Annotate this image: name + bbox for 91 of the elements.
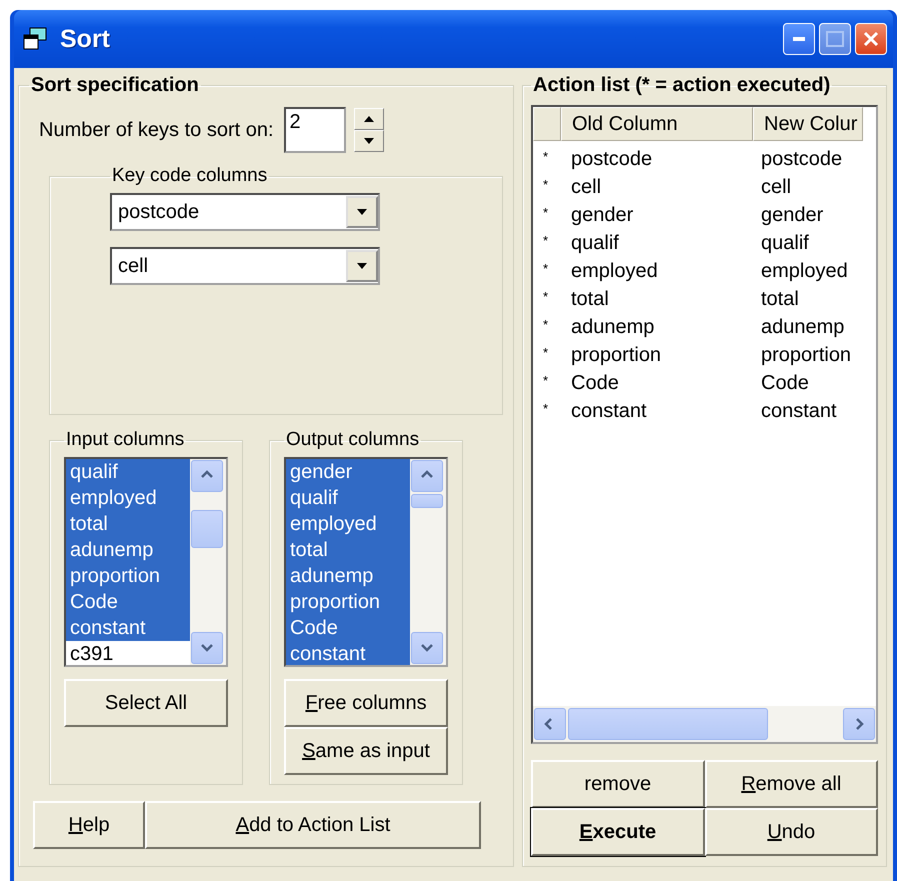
list-item[interactable]: adunemp bbox=[286, 563, 410, 589]
button[interactable]: Undo bbox=[704, 808, 878, 856]
list-item[interactable]: qualif bbox=[286, 485, 410, 511]
scroll-left-button[interactable] bbox=[534, 708, 566, 740]
down-triangle-icon bbox=[362, 137, 375, 145]
list-box[interactable]: gender qualif employed total adunemp proportion Code constant bbox=[284, 457, 448, 667]
list-item[interactable]: constant bbox=[66, 615, 190, 641]
dropdown[interactable]: cell bbox=[110, 247, 380, 285]
table-cell-text: total bbox=[761, 288, 800, 310]
group-title: Sort specification bbox=[30, 74, 200, 97]
list-box[interactable]: qualif employed total adunemp proportion Code constant c391 bbox=[64, 457, 228, 667]
table-cell-text: gender bbox=[570, 204, 634, 226]
scroll-right-button[interactable] bbox=[843, 708, 875, 740]
up-triangle-icon bbox=[362, 115, 375, 123]
table-cell-text: * bbox=[542, 232, 550, 248]
close-icon bbox=[862, 30, 880, 48]
table-cell-text: employed bbox=[761, 260, 849, 282]
table-cell-text: * bbox=[542, 260, 550, 276]
group-title: Input columns bbox=[65, 429, 186, 451]
dropdown-button[interactable] bbox=[346, 196, 378, 228]
button[interactable]: Same as input bbox=[284, 727, 448, 775]
button[interactable]: remove bbox=[531, 760, 704, 808]
table-cell-text: adunemp bbox=[570, 316, 656, 338]
list-item[interactable]: employed bbox=[286, 511, 410, 537]
scroll-down-button[interactable] bbox=[411, 632, 443, 664]
spin-down-button[interactable] bbox=[354, 130, 384, 152]
spin-up-button[interactable] bbox=[354, 108, 384, 130]
scroll-down-button[interactable] bbox=[191, 632, 223, 664]
table-cell-text: * bbox=[542, 372, 550, 388]
scroll-thumb[interactable] bbox=[411, 494, 443, 508]
list-item[interactable]: adunemp bbox=[66, 537, 190, 563]
list-item[interactable]: Code bbox=[286, 615, 410, 641]
table-cell-text: * bbox=[542, 204, 550, 220]
scroll-thumb[interactable] bbox=[568, 708, 768, 740]
column-header[interactable]: New Colur bbox=[753, 107, 863, 141]
table-cell-text: total bbox=[570, 288, 610, 310]
group-title: Output columns bbox=[285, 429, 420, 451]
scroll-up-button[interactable] bbox=[411, 460, 443, 492]
table-cell-text: Code bbox=[570, 372, 620, 394]
table-cell-text: Code bbox=[761, 372, 810, 394]
dropdown[interactable]: postcode bbox=[110, 193, 380, 231]
list-item[interactable]: constant bbox=[286, 641, 410, 665]
table-cell-text: proportion bbox=[570, 344, 662, 366]
table-cell-text: adunemp bbox=[761, 316, 846, 338]
close-button[interactable] bbox=[855, 23, 887, 55]
table-cell-text: * bbox=[542, 316, 550, 332]
button[interactable]: Remove all bbox=[704, 760, 878, 808]
table-cell-text: * bbox=[542, 176, 550, 192]
down-triangle-icon bbox=[356, 208, 368, 216]
table-cell-text: qualif bbox=[761, 232, 810, 254]
list-item[interactable]: gender bbox=[286, 459, 410, 485]
column-header[interactable]: Old Column bbox=[561, 107, 753, 141]
down-triangle-icon bbox=[356, 262, 368, 270]
list-item[interactable]: proportion bbox=[66, 563, 190, 589]
list-item[interactable]: total bbox=[66, 511, 190, 537]
maximize-button[interactable] bbox=[819, 23, 851, 55]
group-title: Key code columns bbox=[111, 165, 268, 187]
list-item[interactable]: employed bbox=[66, 485, 190, 511]
table-cell-text: postcode bbox=[570, 148, 654, 170]
button[interactable]: Select All bbox=[64, 679, 228, 727]
table-cell-text: qualif bbox=[570, 232, 620, 254]
list-item[interactable]: total bbox=[286, 537, 410, 563]
table-cell-text: * bbox=[542, 148, 550, 164]
list-item[interactable]: Code bbox=[66, 589, 190, 615]
button[interactable]: Help bbox=[33, 801, 145, 849]
list-item[interactable]: qualif bbox=[66, 459, 190, 485]
button[interactable]: Add to Action List bbox=[145, 801, 481, 849]
table-cell-text: proportion bbox=[761, 344, 852, 366]
table-cell-text: gender bbox=[761, 204, 824, 226]
scroll-thumb[interactable] bbox=[191, 510, 223, 548]
minimize-button[interactable] bbox=[783, 23, 815, 55]
window-title: Sort bbox=[60, 24, 111, 54]
table-cell-text: * bbox=[542, 344, 550, 360]
table-cell-text: employed bbox=[570, 260, 659, 282]
scroll-up-button[interactable] bbox=[191, 460, 223, 492]
table-cell-text: cell bbox=[570, 176, 602, 198]
keys-label: Number of keys to sort on: bbox=[39, 118, 274, 142]
group-title: Action list (* = action executed) bbox=[532, 74, 832, 97]
button[interactable]: Execute bbox=[531, 808, 704, 856]
table-cell-text: * bbox=[542, 400, 550, 416]
list-item[interactable]: proportion bbox=[286, 589, 410, 615]
keys-spin-field[interactable]: 2 bbox=[284, 107, 346, 153]
dropdown-button[interactable] bbox=[346, 250, 378, 282]
table-cell-text: constant bbox=[570, 400, 648, 422]
table-cell-text: * bbox=[542, 288, 550, 304]
maximize-icon bbox=[826, 31, 844, 47]
table-cell-text: postcode bbox=[761, 148, 844, 170]
table-cell-text: cell bbox=[761, 176, 792, 198]
button[interactable]: Free columns bbox=[284, 679, 448, 727]
minimize-icon bbox=[793, 37, 805, 41]
table-cell-text: constant bbox=[761, 400, 838, 422]
